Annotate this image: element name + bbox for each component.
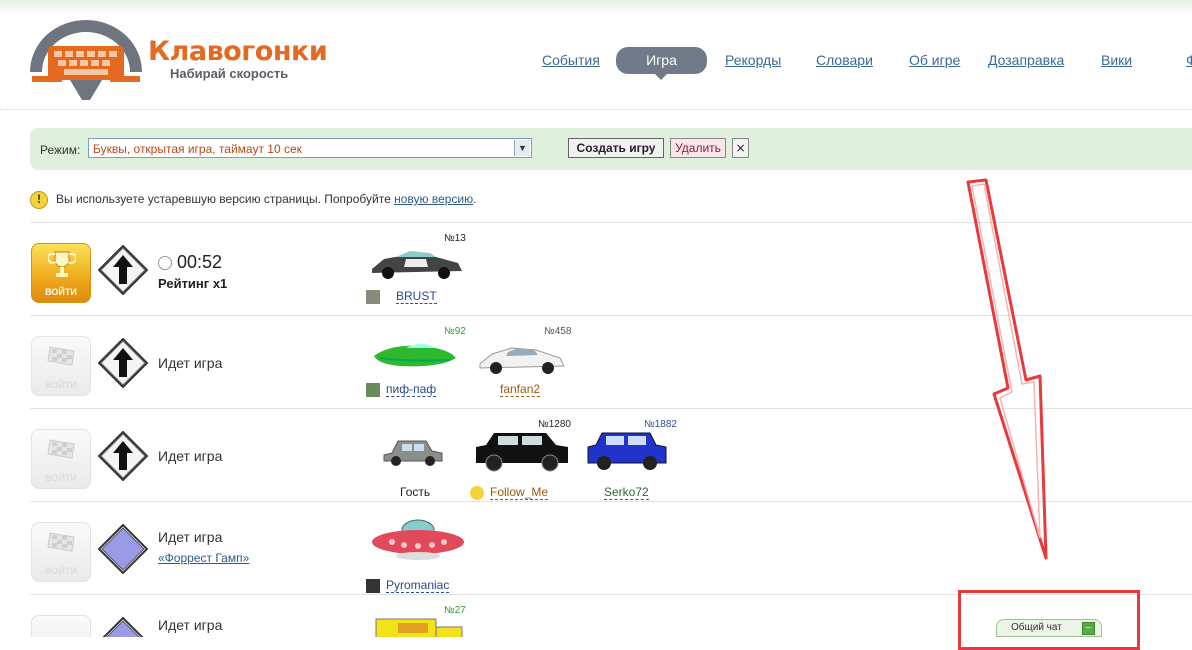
chat-label: Общий чат — [1011, 622, 1062, 633]
new-version-link[interactable]: новую версию — [394, 192, 473, 206]
trophy-icon — [48, 251, 76, 277]
warning-icon: ! — [30, 191, 48, 209]
rating-label: Рейтинг — [158, 276, 210, 291]
clock-icon — [158, 256, 172, 271]
notice-tail: . — [473, 192, 477, 207]
close-button[interactable]: × — [732, 138, 749, 158]
enter-label: ВОЙТИ — [45, 566, 77, 576]
minimize-icon[interactable]: – — [1082, 622, 1095, 635]
outdated-notice: ! Вы используете устаревшую версию страни… — [30, 191, 476, 209]
player-car[interactable]: №1882 Serko72 — [584, 419, 684, 500]
checkered-flag-icon — [47, 439, 75, 459]
enter-button[interactable]: ВОЙТИ — [31, 429, 91, 489]
checkered-flag-icon — [47, 346, 75, 366]
mode-selected-value: Буквы, открытая игра, таймаут 10 сек — [93, 142, 302, 156]
vocabulary-name[interactable]: «Форрест Гамп» — [158, 551, 249, 565]
car-number: №92 — [444, 326, 466, 337]
avatar — [366, 290, 380, 304]
player-name: Гость — [400, 485, 431, 499]
nav-refuel[interactable]: Дозаправка — [988, 52, 1064, 68]
nav-events[interactable]: События — [542, 52, 600, 68]
game-status: Идет игра — [158, 617, 223, 633]
enter-label: ВОЙТИ — [45, 380, 77, 390]
car-icon — [479, 347, 565, 374]
player-name[interactable]: Serko72 — [604, 486, 649, 500]
nav-dictionaries[interactable]: Словари — [816, 52, 873, 68]
site-header: Клавогонки Набирай скорость События Игра… — [0, 0, 1192, 110]
enter-label: ВОЙТИ — [45, 287, 77, 297]
enter-button[interactable] — [31, 615, 91, 637]
player-name[interactable]: Pyromaniac — [386, 579, 450, 593]
enter-label: ВОЙТИ — [45, 473, 77, 483]
suv-icon — [476, 433, 568, 472]
player-car[interactable]: №27 — [366, 603, 476, 637]
logo-subtitle: Набирай скорость — [170, 66, 289, 81]
nav-game-active[interactable]: Игра — [616, 47, 707, 80]
mode-bar: Режим: Буквы, открытая игра, таймаут 10 … — [30, 128, 1192, 170]
chevron-down-icon[interactable]: ▼ — [514, 140, 530, 156]
game-timer: 00:52 — [158, 252, 222, 273]
road-sign-arrow-icon — [98, 431, 148, 481]
player-name[interactable]: Follow_Me — [490, 486, 549, 500]
car-icon — [372, 251, 462, 279]
enter-button[interactable]: ВОЙТИ — [31, 243, 91, 303]
player-car[interactable]: №13 BRUST — [366, 233, 466, 308]
road-sign-arrow-icon — [98, 338, 148, 388]
game-status: Идет игра — [158, 529, 223, 545]
hovercar-icon — [374, 344, 456, 367]
player-car[interactable]: №92 пиф-паф — [366, 326, 466, 401]
nav-forum[interactable]: Ф — [1186, 52, 1192, 68]
player-name[interactable]: fanfan2 — [500, 383, 541, 397]
player-name[interactable]: пиф-паф — [386, 383, 437, 397]
player-car[interactable]: №458 fanfan2 — [476, 326, 576, 401]
player-car[interactable]: Гость — [376, 419, 456, 499]
avatar — [366, 383, 380, 397]
game-status: Идет игра — [158, 448, 223, 464]
enter-button[interactable]: ВОЙТИ — [31, 336, 91, 396]
road-sign-arrow-icon — [98, 245, 148, 295]
nav-records[interactable]: Рекорды — [725, 52, 781, 68]
diamond-sign-icon — [102, 617, 144, 637]
mode-select[interactable]: Буквы, открытая игра, таймаут 10 сек ▼ — [88, 138, 532, 158]
rating-value: x1 — [212, 276, 228, 291]
timer-value: 00:52 — [177, 252, 223, 272]
game-status: Идет игра — [158, 355, 223, 371]
nav-about[interactable]: Об игре — [909, 52, 960, 68]
suv-icon — [587, 432, 667, 470]
logo-steering-wheel-icon[interactable] — [30, 16, 142, 100]
notice-text: Вы используете устаревшую версию страниц… — [56, 192, 391, 207]
delete-button[interactable]: Удалить — [670, 138, 726, 158]
logo-title[interactable]: Клавогонки — [148, 36, 328, 67]
enter-button[interactable]: ВОЙТИ — [31, 522, 91, 582]
diamond-sign-icon — [98, 524, 148, 574]
mode-label: Режим: — [40, 143, 81, 157]
player-car[interactable]: Pyromaniac — [366, 512, 476, 593]
fuel-truck-icon — [375, 618, 463, 637]
player-car[interactable]: №1280 Follow_Me — [470, 419, 576, 500]
rating: Рейтинг x1 — [158, 276, 227, 291]
checkered-flag-icon — [47, 532, 75, 552]
avatar — [366, 579, 380, 593]
red-arrow-annotation — [966, 178, 1048, 560]
car-number: №458 — [544, 326, 572, 337]
ufo-icon — [372, 519, 464, 560]
player-name[interactable]: BRUST — [396, 290, 437, 304]
car-number: №13 — [444, 233, 466, 244]
car-icon — [383, 440, 443, 466]
smiley-avatar-icon — [470, 486, 484, 500]
nav-wiki[interactable]: Вики — [1101, 52, 1132, 68]
create-game-button[interactable]: Создать игру — [568, 138, 664, 158]
vocabulary-link[interactable]: «Форрест Гамп» — [158, 551, 249, 565]
general-chat-tab[interactable]: Общий чат – — [996, 619, 1102, 637]
